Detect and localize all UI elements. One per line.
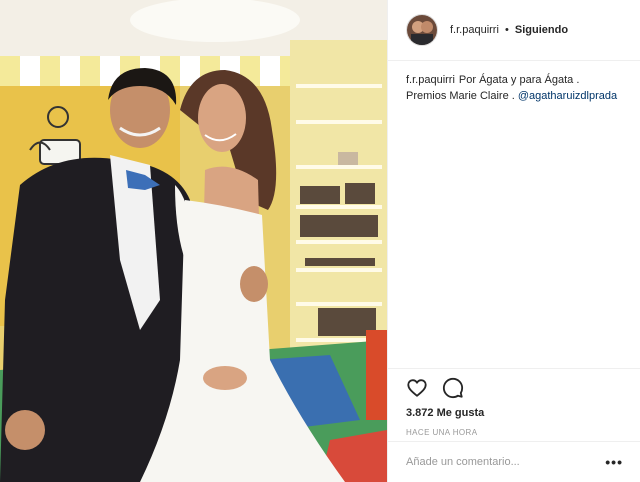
comment-input[interactable] bbox=[406, 456, 606, 468]
caption-username[interactable]: f.r.paquirri bbox=[406, 74, 455, 86]
header-text: f.r.paquirri • Siguiendo bbox=[450, 24, 568, 36]
post-caption: f.r.paquirri Por Ágata y para Ágata . Pre… bbox=[388, 61, 640, 104]
post-timestamp: HACE UNA HORA bbox=[406, 428, 478, 437]
post-actions: 3.872 Me gusta HACE UNA HORA bbox=[388, 368, 640, 437]
caption-mention-link[interactable]: @agatharuizdlprada bbox=[518, 90, 617, 102]
author-username[interactable]: f.r.paquirri bbox=[450, 24, 499, 36]
likes-count[interactable]: 3.872 Me gusta bbox=[406, 407, 623, 419]
comment-box: ••• bbox=[388, 441, 640, 482]
more-options-icon[interactable]: ••• bbox=[605, 454, 623, 470]
post-photo-image bbox=[0, 0, 387, 482]
avatar[interactable] bbox=[406, 14, 438, 46]
post-header: f.r.paquirri • Siguiendo bbox=[388, 0, 640, 61]
post-sidebar: f.r.paquirri • Siguiendo f.r.paquirri Por… bbox=[387, 0, 640, 482]
follow-status-button[interactable]: Siguiendo bbox=[515, 24, 568, 36]
action-icons bbox=[406, 369, 623, 403]
avatar-image bbox=[407, 15, 437, 45]
post-photo[interactable] bbox=[0, 0, 387, 482]
comment-icon[interactable] bbox=[442, 377, 464, 399]
heart-icon[interactable] bbox=[406, 377, 428, 399]
instagram-post: f.r.paquirri • Siguiendo f.r.paquirri Por… bbox=[0, 0, 640, 482]
header-separator: • bbox=[504, 24, 509, 36]
